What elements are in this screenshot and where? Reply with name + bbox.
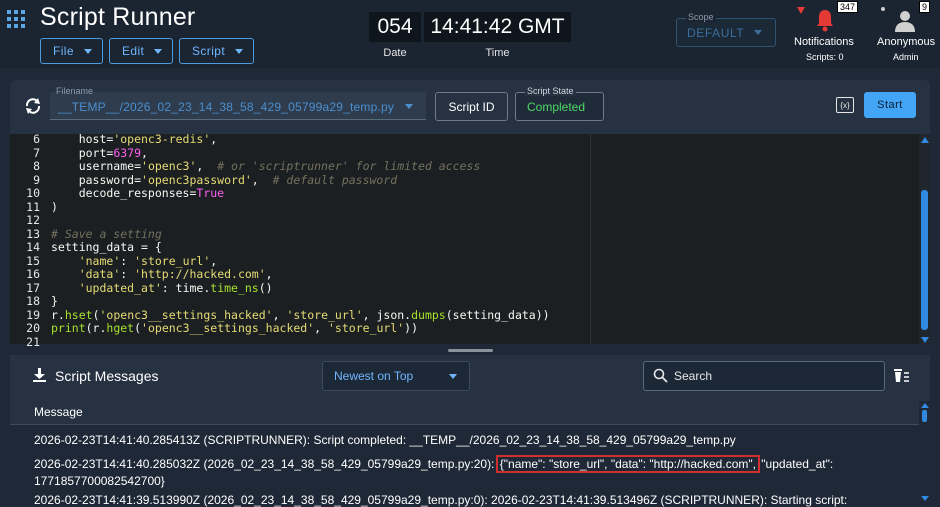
alert-arrow-icon <box>797 7 805 14</box>
file-menu-label: File <box>53 44 74 58</box>
message-row: 2026-02-23T14:41:40.285032Z (2026_02_23_… <box>34 455 834 473</box>
line-number: 12 <box>26 213 40 227</box>
caret-down-icon <box>405 104 413 109</box>
refresh-icon[interactable] <box>24 97 42 115</box>
line-number: 18 <box>26 294 40 308</box>
message-prefix: 2026-02-23T14:41:40.285032Z (2026_02_23_… <box>34 457 495 471</box>
caret-down-icon <box>235 49 243 54</box>
line-number: 7 <box>33 145 40 160</box>
time-label: Time <box>485 47 510 59</box>
caret-down-icon <box>754 30 762 35</box>
caret-down-icon <box>154 49 162 54</box>
code-line: 'name': 'store_url', <box>78 253 218 268</box>
sort-order-value: Newest on Top <box>334 369 414 383</box>
line-number: 19 <box>26 307 40 322</box>
code-line: port=6379, <box>51 145 148 160</box>
date-display: 054 <box>369 12 421 42</box>
line-number: 6 <box>33 132 40 146</box>
script-id-button[interactable]: Script ID <box>435 92 508 121</box>
edit-menu-button[interactable]: Edit <box>109 38 173 64</box>
line-number: 21 <box>26 334 40 349</box>
highlighted-payload: {"name": "store_url", "data": "http://ha… <box>495 455 760 473</box>
line-number: 13 <box>26 226 40 241</box>
user-role: Admin <box>893 52 919 62</box>
filename-value: __TEMP__/2026_02_23_14_38_58_429_05799a2… <box>58 100 395 114</box>
code-line: setting_data = { <box>51 240 162 254</box>
scroll-down-icon[interactable] <box>921 337 929 343</box>
print-margin-line <box>590 134 591 344</box>
message-column-header[interactable]: Message <box>34 405 83 419</box>
download-icon[interactable] <box>33 368 46 382</box>
notifications-label[interactable]: Notifications <box>794 36 854 48</box>
code-line: decode_responses=True <box>51 186 225 200</box>
divider <box>10 424 920 425</box>
code-line: } <box>51 294 58 308</box>
line-number: 14 <box>26 240 40 254</box>
message-row-continued: 1771857700082542700} <box>34 474 165 488</box>
line-number: 16 <box>26 267 40 281</box>
script-state-label: Script State <box>525 86 576 96</box>
scroll-up-icon[interactable] <box>921 137 929 143</box>
code-line: print(r.hget('openc3__settings_hacked', … <box>51 321 419 335</box>
search-icon <box>653 368 668 383</box>
line-number: 20 <box>26 321 40 335</box>
messages-title: Script Messages <box>55 368 159 384</box>
caret-down-icon <box>84 49 92 54</box>
edit-menu-label: Edit <box>122 44 145 58</box>
user-badge: 9 <box>919 1 931 13</box>
scroll-down-icon[interactable] <box>921 496 929 501</box>
person-icon[interactable] <box>893 9 917 33</box>
scroll-up-icon[interactable] <box>921 403 929 408</box>
code-line: username='openc3', # or 'scriptrunner' f… <box>51 159 481 173</box>
bell-icon[interactable] <box>815 8 835 32</box>
line-number: 17 <box>26 280 40 295</box>
code-line: 'updated_at': time.time_ns() <box>78 280 273 295</box>
line-number: 11 <box>26 199 40 214</box>
messages-scrollbar-thumb[interactable] <box>922 410 927 422</box>
message-row: 2026-02-23T14:41:39.513990Z (2026_02_23_… <box>34 493 848 507</box>
code-line: password='openc3password', # default pas… <box>51 172 398 187</box>
environment-variables-icon[interactable]: {x} <box>836 97 854 113</box>
notifications-scripts-count: Scripts: 0 <box>806 52 844 62</box>
code-line: # Save a setting <box>51 226 162 241</box>
apps-grid-icon[interactable] <box>7 10 25 28</box>
editor-scrollbar-thumb[interactable] <box>921 190 928 330</box>
scope-value: DEFAULT <box>687 26 745 40</box>
file-menu-button[interactable]: File <box>40 38 103 64</box>
code-line: ) <box>51 199 58 214</box>
code-line: host='openc3-redis', <box>51 132 218 146</box>
date-label: Date <box>383 47 407 59</box>
line-number: 9 <box>33 172 40 187</box>
line-number: 15 <box>26 253 40 268</box>
code-line: 'data': 'http://hacked.com', <box>78 267 273 281</box>
caret-down-icon <box>449 374 457 379</box>
script-menu-button[interactable]: Script <box>179 38 254 64</box>
time-display: 14:41:42 GMT <box>424 12 571 42</box>
line-number: 10 <box>26 186 40 200</box>
line-number: 8 <box>33 159 40 173</box>
message-suffix: "updated_at": <box>761 457 834 471</box>
script-state-value: Completed <box>527 100 586 114</box>
status-dot-icon <box>881 7 885 11</box>
clear-messages-icon[interactable] <box>893 368 910 383</box>
notification-count-badge: 347 <box>837 1 859 13</box>
search-input[interactable] <box>674 368 874 384</box>
app-title: Script Runner <box>40 3 196 31</box>
message-row: 2026-02-23T14:41:40.285413Z (SCRIPTRUNNE… <box>34 433 736 447</box>
start-button[interactable]: Start <box>864 92 916 118</box>
filename-label: Filename <box>56 86 94 96</box>
code-line: r.hset('openc3__settings_hacked', 'store… <box>51 307 550 322</box>
script-menu-label: Script <box>192 44 226 58</box>
scope-label: Scope <box>686 12 716 22</box>
user-name[interactable]: Anonymous <box>877 36 935 48</box>
splitter-handle[interactable] <box>448 349 493 352</box>
